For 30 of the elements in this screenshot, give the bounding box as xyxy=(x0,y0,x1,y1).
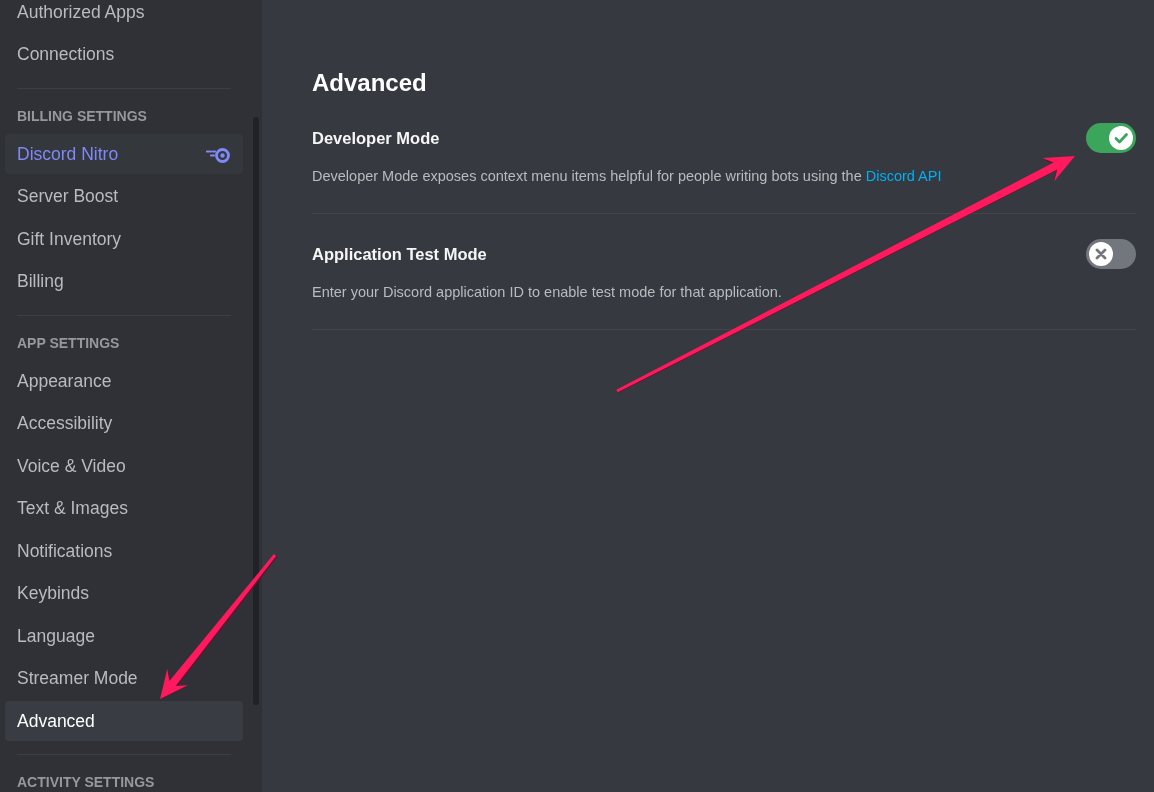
sidebar-item[interactable]: Text & Images xyxy=(5,488,243,529)
sidebar-item[interactable]: Streamer Mode xyxy=(5,658,243,699)
sidebar-item[interactable]: Accessibility xyxy=(5,403,243,444)
sidebar-item[interactable]: Appearance xyxy=(5,361,243,401)
setting-description: Enter your Discord application ID to enable test mode for that application. xyxy=(312,283,782,302)
sidebar-item[interactable]: Notifications xyxy=(5,531,243,571)
toggle-switch[interactable] xyxy=(1086,123,1136,153)
toggle-switch[interactable] xyxy=(1086,239,1136,269)
sidebar-item[interactable]: Discord Nitro xyxy=(5,134,243,174)
scrollbar-thumb[interactable] xyxy=(253,117,259,705)
sidebar-item[interactable]: Advanced xyxy=(5,701,243,741)
section-header: ACTIVITY SETTINGS xyxy=(16,774,156,790)
setting-title: Application Test Mode xyxy=(312,243,487,265)
api-link[interactable]: Discord API xyxy=(865,168,942,184)
sidebar-item[interactable]: Billing xyxy=(5,261,243,302)
section-header: BILLING SETTINGS xyxy=(16,107,148,124)
sidebar-item[interactable]: Authorized Apps xyxy=(5,0,243,32)
sidebar-item[interactable]: Server Boost xyxy=(5,176,243,217)
sidebar-item[interactable]: Connections xyxy=(5,34,243,75)
cross-icon xyxy=(1089,242,1113,266)
setting-description: Developer Mode exposes context menu items helpful for people writing bots using the Discord API xyxy=(312,167,942,186)
sidebar-item[interactable]: Gift Inventory xyxy=(5,219,243,259)
setting-title: Developer Mode xyxy=(312,127,440,149)
page-title: Advanced xyxy=(312,71,428,95)
check-icon xyxy=(1109,126,1133,150)
sidebar-item[interactable]: Language xyxy=(5,616,243,656)
sidebar-item[interactable]: Keybinds xyxy=(5,573,243,614)
sidebar-item[interactable]: Voice & Video xyxy=(5,446,243,486)
section-header: APP SETTINGS xyxy=(16,334,121,351)
nitro-icon xyxy=(206,145,230,163)
